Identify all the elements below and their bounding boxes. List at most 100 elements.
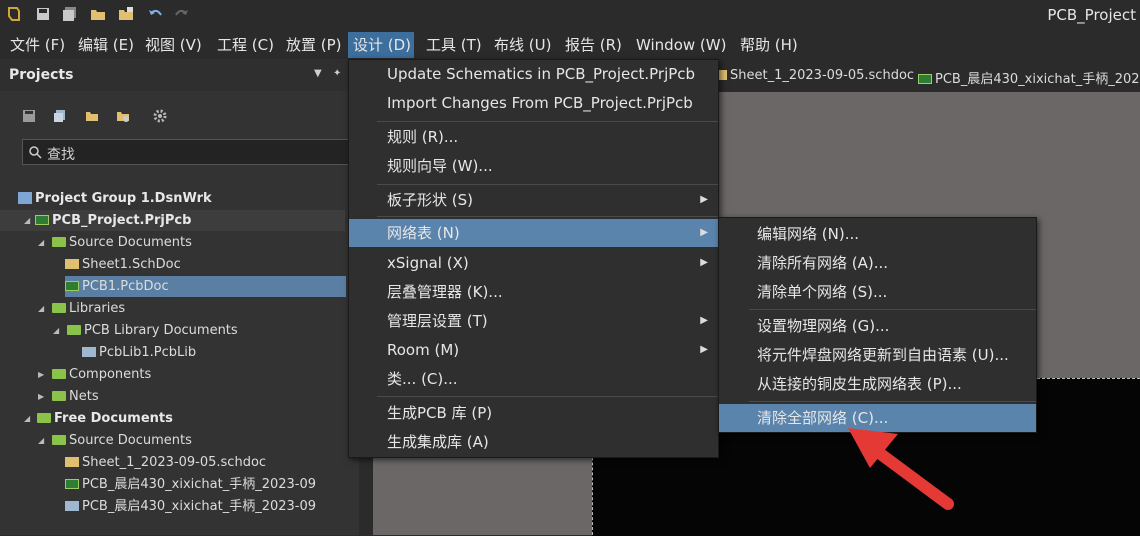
menu-item-manage-layer-sets[interactable]: 管理层设置 (T) ▶ <box>349 307 718 335</box>
folder-icon <box>52 303 66 313</box>
menu-item-import-changes[interactable]: Import Changes From PCB_Project.PrjPcb <box>349 89 718 117</box>
copy-icon[interactable] <box>53 109 67 123</box>
tree-item-free-documents[interactable]: ◢ Free Documents <box>24 408 173 429</box>
design-menu-dropdown: Update Schematics in PCB_Project.PrjPcb … <box>348 59 719 458</box>
app-logo-icon[interactable] <box>6 6 22 22</box>
tree-item-sheet1[interactable]: Sheet1.SchDoc <box>65 254 181 275</box>
menu-route[interactable]: 布线 (U) <box>490 34 555 56</box>
tree-item-pcb-handle-2[interactable]: PCB_晨启430_xixichat_手柄_2023-09 <box>65 496 316 517</box>
tree-item-nets[interactable]: ▶ Nets <box>38 386 99 407</box>
submenu-item-set-physical-net[interactable]: 设置物理网络 (G)... <box>719 312 1036 340</box>
tree-item-libraries[interactable]: ◢ Libraries <box>38 298 125 319</box>
tab-sheet-2023[interactable]: Sheet_1_2023-09-05.schdoc <box>718 68 914 83</box>
expand-icon[interactable]: ◢ <box>38 298 44 319</box>
submenu-item-netlist-from-copper[interactable]: 从连接的铜皮生成网络表 (P)... <box>719 370 1036 398</box>
menu-window[interactable]: Window (W) <box>632 34 730 56</box>
menu-item-make-pcb-library[interactable]: 生成PCB 库 (P) <box>349 399 718 427</box>
folder-icon <box>52 237 66 247</box>
tab-pcb-handle[interactable]: PCB_晨启430_xixichat_手柄_2023 <box>918 68 1140 87</box>
open-folder-icon[interactable] <box>90 6 106 22</box>
tree-item-project-group[interactable]: Project Group 1.DsnWrk <box>18 188 212 209</box>
panel-menu-icon[interactable]: ▼ <box>314 68 322 79</box>
search-input[interactable]: 查找 <box>22 139 352 165</box>
tree-item-source-documents[interactable]: ◢ Source Documents <box>38 232 192 253</box>
submenu-arrow-icon: ▶ <box>700 315 708 326</box>
menu-help[interactable]: 帮助 (H) <box>736 34 802 56</box>
submenu-item-clear-all-nets[interactable]: 清除所有网络 (A)... <box>719 249 1036 277</box>
schematic-icon <box>718 70 727 80</box>
pcb-library-icon <box>82 347 96 357</box>
tree-item-free-source-documents[interactable]: ◢ Source Documents <box>38 430 192 451</box>
separator <box>749 309 1036 310</box>
title-bar: PCB_Project <box>0 0 1140 30</box>
pcb-project-icon <box>35 215 49 225</box>
menu-tools[interactable]: 工具 (T) <box>422 34 486 56</box>
search-icon <box>29 146 42 159</box>
save-icon[interactable] <box>35 6 51 22</box>
tree-item-pcb1[interactable]: PCB1.PcbDoc <box>65 276 346 297</box>
submenu-item-edit-nets[interactable]: 编辑网络 (N)... <box>719 220 1036 248</box>
tree-item-pcb-project[interactable]: ◢ PCB_Project.PrjPcb <box>0 210 345 231</box>
separator <box>377 216 718 217</box>
window-title: PCB_Project <box>1047 6 1136 24</box>
menu-item-make-integrated-library[interactable]: 生成集成库 (A) <box>349 428 718 456</box>
menu-place[interactable]: 放置 (P) <box>282 34 346 56</box>
menu-item-netlist[interactable]: 网络表 (N) ▶ <box>349 219 718 247</box>
redo-icon <box>175 9 188 16</box>
menu-item-update-schematics[interactable]: Update Schematics in PCB_Project.PrjPcb <box>349 60 718 88</box>
tree-item-sheet-2023[interactable]: Sheet_1_2023-09-05.schdoc <box>65 452 266 473</box>
menu-view[interactable]: 视图 (V) <box>141 34 206 56</box>
menu-item-classes[interactable]: 类... (C)... <box>349 365 718 393</box>
collapse-icon[interactable]: ▶ <box>38 364 44 385</box>
panel-header: Projects ▼ ✦ <box>0 59 359 91</box>
folder-icon <box>52 391 66 401</box>
folder-icon <box>37 413 51 423</box>
panel-title: Projects <box>9 67 74 83</box>
annotation-arrow-icon <box>848 428 954 510</box>
tree-item-components[interactable]: ▶ Components <box>38 364 151 385</box>
tree-item-pcblib1[interactable]: PcbLib1.PcbLib <box>82 342 196 363</box>
expand-icon[interactable]: ◢ <box>38 430 44 451</box>
search-placeholder: 查找 <box>47 147 75 163</box>
expand-icon[interactable]: ◢ <box>38 232 44 253</box>
menu-reports[interactable]: 报告 (R) <box>561 34 626 56</box>
tree-item-pcb-library-documents[interactable]: ◢ PCB Library Documents <box>53 320 238 341</box>
submenu-arrow-icon: ▶ <box>700 344 708 355</box>
submenu-arrow-icon: ▶ <box>700 257 708 268</box>
submenu-arrow-icon: ▶ <box>700 194 708 205</box>
submenu-item-update-pad-nets[interactable]: 将元件焊盘网络更新到自由语素 (U)... <box>719 341 1036 369</box>
pcb-icon <box>918 74 932 84</box>
menu-edit[interactable]: 编辑 (E) <box>74 34 138 56</box>
undo-icon[interactable] <box>147 6 163 22</box>
save-all-icon[interactable] <box>62 6 78 22</box>
folder-icon <box>52 435 66 445</box>
menu-item-board-shape[interactable]: 板子形状 (S) ▶ <box>349 186 718 214</box>
folder-icon <box>67 325 81 335</box>
folder-add-icon[interactable] <box>85 109 99 123</box>
document-tabs: Sheet_1_2023-09-05.schdoc PCB_晨启430_xixi… <box>718 59 1140 92</box>
folder-settings-icon[interactable] <box>116 109 130 123</box>
menu-file[interactable]: 文件 (F) <box>6 34 69 56</box>
tree-item-pcb-handle-1[interactable]: PCB_晨启430_xixichat_手柄_2023-09 <box>65 474 316 495</box>
submenu-item-clear-single-net[interactable]: 清除单个网络 (S)... <box>719 278 1036 306</box>
menu-item-rules-wizard[interactable]: 规则向导 (W)... <box>349 152 718 180</box>
collapse-icon[interactable]: ▶ <box>38 386 44 407</box>
expand-icon[interactable]: ◢ <box>24 408 30 429</box>
schematic-icon <box>65 457 79 467</box>
gear-icon[interactable] <box>153 109 167 123</box>
menu-project[interactable]: 工程 (C) <box>213 34 278 56</box>
pcb-icon <box>65 479 79 489</box>
menu-item-layer-stack-manager[interactable]: 层叠管理器 (K)... <box>349 278 718 306</box>
menu-item-room[interactable]: Room (M) ▶ <box>349 336 718 364</box>
pin-icon[interactable]: ✦ <box>333 68 341 79</box>
expand-icon[interactable]: ◢ <box>24 210 30 231</box>
separator <box>377 121 718 122</box>
save-project-icon[interactable] <box>22 109 36 123</box>
open-project-icon[interactable] <box>118 6 134 22</box>
menu-item-xsignal[interactable]: xSignal (X) ▶ <box>349 249 718 277</box>
menu-design[interactable]: 设计 (D) <box>348 32 414 58</box>
menu-bar: 文件 (F) 编辑 (E) 视图 (V) 工程 (C) 放置 (P) 设计 (D… <box>0 30 1140 59</box>
menu-item-rules[interactable]: 规则 (R)... <box>349 123 718 151</box>
expand-icon[interactable]: ◢ <box>53 320 59 341</box>
folder-icon <box>52 369 66 379</box>
